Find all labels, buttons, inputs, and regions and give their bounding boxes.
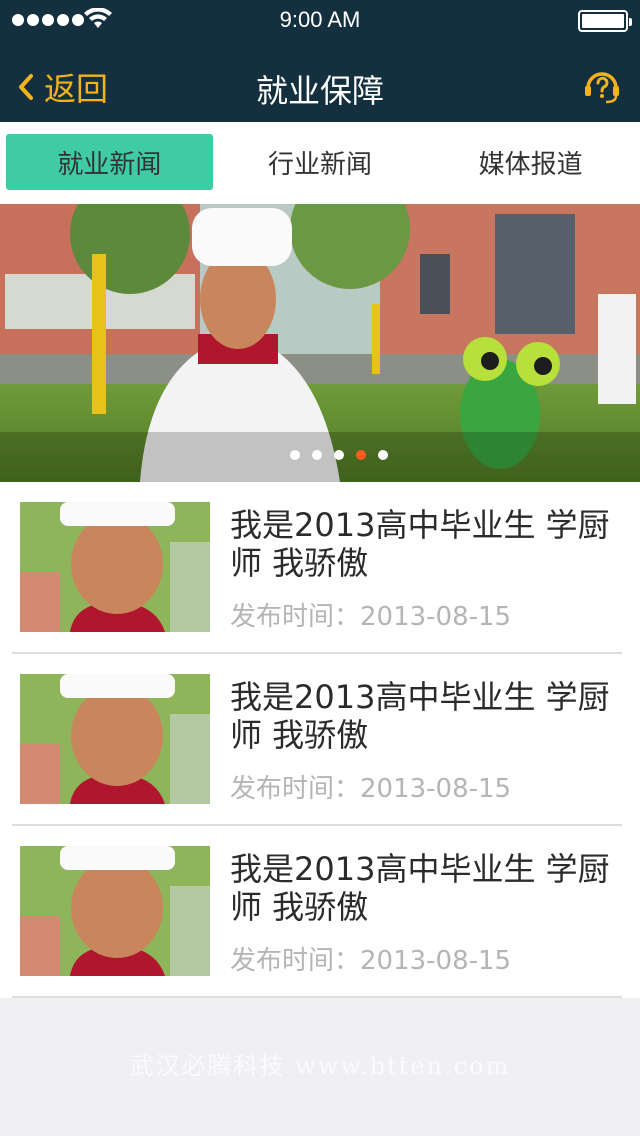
- tab-employment-news[interactable]: 就业新闻: [6, 134, 213, 190]
- carousel-dot[interactable]: [334, 450, 344, 460]
- tab-label: 媒体报道: [478, 149, 583, 180]
- nav-bar: 返回 就业保障: [0, 48, 640, 122]
- news-item[interactable]: 我是2013高中毕业生 学厨师 我骄傲 发布时间：2013-08-15: [12, 482, 622, 654]
- page-title: 就业保障: [255, 72, 384, 110]
- watermark: 武汉必腾科技 www.btten.com: [129, 1052, 511, 1080]
- news-thumbnail: [20, 502, 210, 632]
- carousel-dot-active[interactable]: [356, 450, 366, 460]
- news-item[interactable]: 我是2013高中毕业生 学厨师 我骄傲 发布时间：2013-08-15: [12, 654, 622, 826]
- customer-service-icon[interactable]: [582, 66, 622, 106]
- battery-icon: [578, 10, 632, 32]
- carousel-indicators: [0, 450, 640, 460]
- tab-industry-news[interactable]: 行业新闻: [217, 134, 424, 190]
- tab-media-reports[interactable]: 媒体报道: [427, 134, 634, 190]
- news-title: 我是2013高中毕业生 学厨师 我骄傲: [230, 506, 610, 582]
- news-thumbnail: [20, 674, 210, 804]
- carousel-dot[interactable]: [290, 450, 300, 460]
- carousel-dot[interactable]: [312, 450, 322, 460]
- news-date: 发布时间：2013-08-15: [230, 774, 512, 804]
- news-list: 我是2013高中毕业生 学厨师 我骄傲 发布时间：2013-08-15 我是20…: [0, 482, 640, 998]
- news-date: 发布时间：2013-08-15: [230, 946, 512, 976]
- app-header: 9:00 AM 返回 就业保障: [0, 0, 640, 122]
- status-time: 9:00 AM: [279, 7, 361, 32]
- wifi-icon: [84, 8, 112, 28]
- status-bar: 9:00 AM: [0, 0, 640, 40]
- tab-label: 行业新闻: [268, 149, 373, 180]
- news-date: 发布时间：2013-08-15: [230, 602, 512, 632]
- news-item[interactable]: 我是2013高中毕业生 学厨师 我骄傲 发布时间：2013-08-15: [12, 826, 622, 998]
- carousel-dot[interactable]: [378, 450, 388, 460]
- news-thumbnail: [20, 846, 210, 976]
- tab-label: 就业新闻: [57, 149, 162, 180]
- tab-bar: 就业新闻 行业新闻 媒体报道: [0, 122, 640, 204]
- banner-carousel[interactable]: [0, 204, 640, 482]
- signal-strength-icon: [12, 14, 84, 26]
- news-title: 我是2013高中毕业生 学厨师 我骄傲: [230, 850, 610, 926]
- news-title: 我是2013高中毕业生 学厨师 我骄傲: [230, 678, 610, 754]
- banner-image: [0, 204, 640, 482]
